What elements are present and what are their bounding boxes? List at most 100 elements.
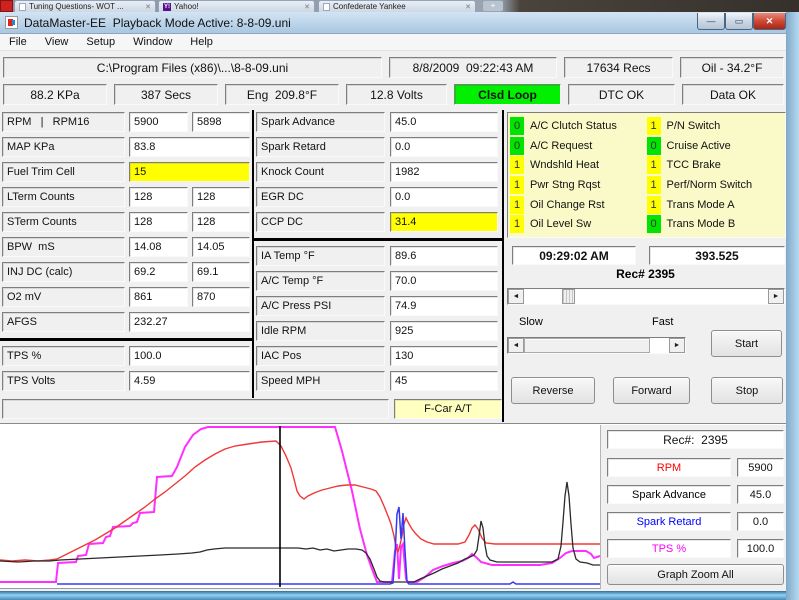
tab-close-icon[interactable]: ✕ [465, 3, 471, 11]
maximize-button[interactable]: ▭ [725, 13, 753, 30]
scroll-right-arrow-icon[interactable]: ► [768, 289, 784, 304]
graph-legend-value: 5900 [737, 458, 784, 477]
status-row: 1 Perf/Norm Switch [646, 175, 784, 195]
graph-legend-label: RPM [607, 458, 731, 477]
field-value: 5900 [129, 112, 188, 132]
scrollbar-thumb[interactable] [562, 289, 575, 304]
playback-time-box: 09:29:02 AM [512, 246, 636, 265]
menu-item-help[interactable]: Help [181, 36, 222, 48]
scroll-track[interactable] [575, 289, 768, 304]
field-value: 100.0 [129, 346, 250, 366]
field-label: LTerm Counts [2, 187, 125, 207]
field-label: EGR DC [256, 187, 385, 207]
desktop-background-strip [786, 12, 799, 600]
fast-label: Fast [652, 316, 674, 328]
browser-tab[interactable]: Confederate Yankee ✕ [318, 0, 476, 12]
tab-label: Tuning Questions- WOT ... [29, 2, 124, 11]
field-label: A/C Temp °F [256, 271, 385, 291]
graph-series-rpm [0, 440, 600, 562]
field-value: 45 [390, 371, 498, 391]
forward-button[interactable]: Forward [613, 377, 690, 404]
stop-button[interactable]: Stop [711, 377, 783, 404]
field-label: CCP DC [256, 212, 385, 232]
field-label: BPW mS [2, 237, 125, 257]
field-label: Knock Count [256, 162, 385, 182]
record-scrollbar[interactable]: ◄ ► [507, 288, 785, 305]
scroll-left-arrow-icon[interactable]: ◄ [508, 289, 524, 304]
window-title: DataMaster-EE Playback Mode Active: 8-8-… [24, 16, 291, 30]
close-button[interactable]: ✕ [753, 13, 786, 30]
field-label: Spark Advance [256, 112, 385, 132]
field-value: 14.05 [192, 237, 250, 257]
status-label: TCC Brake [666, 159, 721, 172]
field-value: 861 [129, 287, 188, 307]
panel-divider-horizontal [254, 238, 502, 241]
menu-item-window[interactable]: Window [124, 36, 181, 48]
reverse-button[interactable]: Reverse [511, 377, 595, 404]
status-row: 0 A/C Clutch Status [510, 116, 647, 136]
screen: Tuning Questions- WOT ... ✕ Y! Yahoo! ✕ Confe… [0, 0, 799, 600]
browser-tab-strip: Tuning Questions- WOT ... ✕ Y! Yahoo! ✕ Confe… [0, 0, 799, 12]
field-label: Speed MPH [256, 371, 385, 391]
status-row: 1 Wndshld Heat [510, 155, 647, 175]
new-tab-button[interactable]: + [483, 1, 503, 11]
status-column-left: 0 A/C Clutch Status 0 A/C Request 1 Wndshld H… [510, 116, 647, 234]
status-row: 1 Oil Change Rst [510, 195, 647, 215]
scroll-track[interactable] [524, 289, 562, 304]
status-label: Trans Mode B [666, 218, 736, 231]
panel-divider-horizontal [0, 338, 252, 341]
status-row: 1 P/N Switch [646, 116, 784, 136]
start-button[interactable]: Start [711, 330, 782, 357]
field-value: 925 [390, 321, 498, 341]
header-stat-box: 387 Secs [114, 84, 218, 105]
tab-label: Confederate Yankee [333, 2, 406, 11]
graph-zoom-all-button[interactable]: Graph Zoom All [607, 564, 784, 585]
status-label: Pwr Stng Rqst [530, 178, 601, 191]
speed-scrollbar[interactable]: ◄ ► [507, 337, 686, 354]
menu-item-setup[interactable]: Setup [77, 36, 124, 48]
field-value: 89.6 [390, 246, 498, 266]
status-label: Cruise Active [666, 139, 731, 152]
slow-label: Slow [519, 316, 543, 328]
header-stat-box: Data OK [682, 84, 784, 105]
speed-track[interactable] [650, 338, 669, 353]
speed-left-arrow-icon[interactable]: ◄ [508, 338, 524, 353]
datetime-box: 8/8/2009 09:22:43 AM [389, 57, 557, 78]
status-indicator: 0 [510, 116, 524, 135]
browser-tab[interactable]: Y! Yahoo! ✕ [158, 0, 315, 12]
status-label: A/C Request [530, 139, 593, 152]
field-label: AFGS [2, 312, 125, 332]
graph-legend-label: Spark Retard [607, 512, 731, 531]
field-value: 15 [129, 162, 250, 182]
status-row: 0 Cruise Active [646, 136, 784, 156]
graph-legend-value: 100.0 [737, 539, 784, 558]
field-value: 31.4 [390, 212, 498, 232]
tab-close-icon[interactable]: ✕ [145, 3, 151, 11]
menu-item-file[interactable]: File [0, 36, 36, 48]
graph-legend-value: 45.0 [737, 485, 784, 504]
graph-side-panel: Rec#: 2395 Graph Zoom All RPM 5900 Spark A… [601, 425, 786, 589]
speed-right-arrow-icon[interactable]: ► [669, 338, 685, 353]
header-stat-box: Eng 209.8°F [225, 84, 339, 105]
status-indicator: 0 [646, 215, 661, 234]
graph-record-box: Rec#: 2395 [607, 430, 784, 449]
field-label: Fuel Trim Cell [2, 162, 125, 182]
field-label: IAC Pos [256, 346, 385, 366]
menu-item-view[interactable]: View [36, 36, 78, 48]
status-indicator: 1 [646, 175, 661, 194]
field-value: 128 [129, 187, 188, 207]
field-label: STerm Counts [2, 212, 125, 232]
field-value: 14.08 [129, 237, 188, 257]
minimize-button[interactable]: — [697, 13, 725, 30]
playback-seconds-box: 393.525 [649, 246, 785, 265]
field-label: TPS Volts [2, 371, 125, 391]
tab-close-icon[interactable]: ✕ [304, 3, 310, 11]
vehicle-type-box: F-Car A/T [394, 399, 502, 419]
tab-label: Yahoo! [174, 2, 199, 11]
background-app-icon [0, 0, 13, 12]
status-row: 1 Trans Mode A [646, 195, 784, 215]
field-label: INJ DC (calc) [2, 262, 125, 282]
graph-plot-area[interactable] [0, 425, 601, 589]
speed-thumb[interactable] [524, 338, 650, 353]
browser-tab[interactable]: Tuning Questions- WOT ... ✕ [14, 0, 156, 12]
